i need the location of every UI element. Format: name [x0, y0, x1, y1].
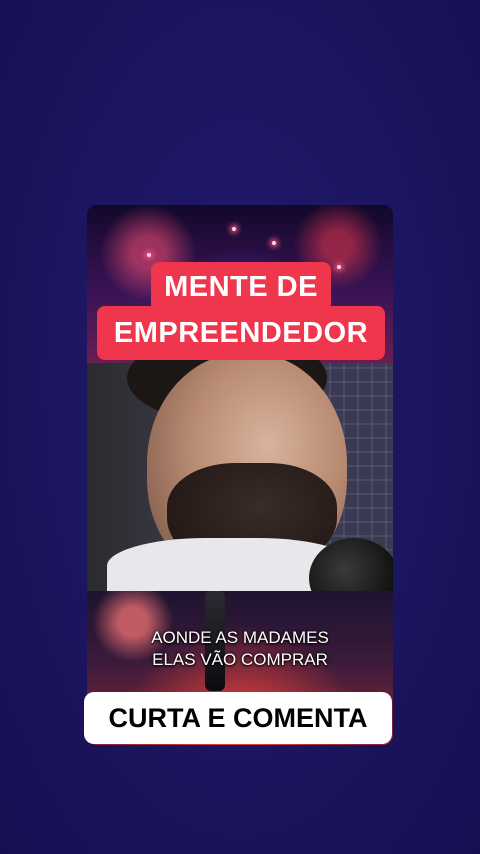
- light-sparkle: [337, 265, 341, 269]
- caption-line-1: AONDE AS MADAMES: [151, 628, 329, 647]
- caption-line-2: ELAS VÃO COMPRAR: [152, 650, 328, 669]
- title-line-2: EMPREENDEDOR: [97, 306, 385, 360]
- title-line-1: MENTE DE: [151, 262, 331, 312]
- light-sparkle: [147, 253, 151, 257]
- light-sparkle: [232, 227, 236, 231]
- light-sparkle: [272, 241, 276, 245]
- speaker-photo: [87, 333, 393, 618]
- cta-banner: CURTA E COMENTA: [84, 692, 392, 744]
